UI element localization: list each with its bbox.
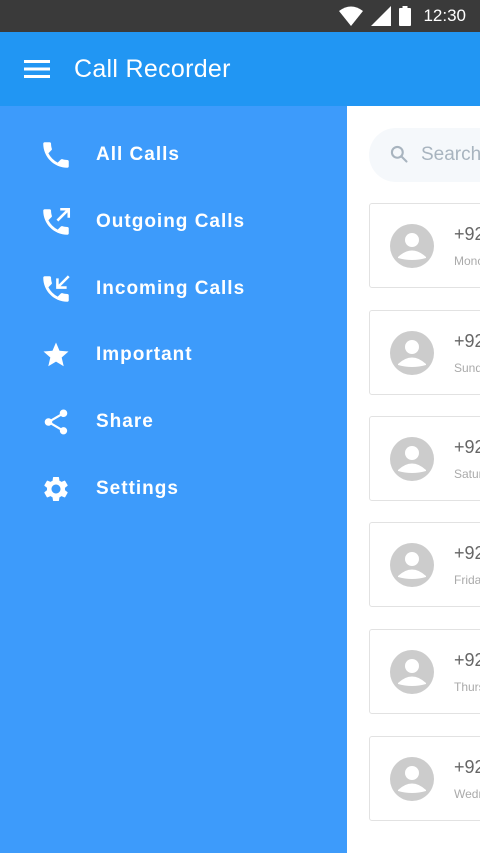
call-item[interactable]: +92 Sund xyxy=(369,310,480,395)
share-icon xyxy=(38,404,74,440)
call-item[interactable]: +92 Monc xyxy=(369,203,480,288)
star-icon xyxy=(38,337,74,373)
status-time: 12:30 xyxy=(423,6,466,25)
app-bar: Call Recorder xyxy=(0,32,480,106)
call-number: +92 xyxy=(454,437,480,457)
call-item[interactable]: +92 Satur xyxy=(369,416,480,501)
call-list-panel: +92 Monc +92 Sund +92 Satur +92 Frida xyxy=(347,106,480,853)
avatar-icon xyxy=(390,224,434,268)
call-day: Satur xyxy=(454,467,480,481)
drawer-item-label: Settings xyxy=(96,478,179,499)
call-number: +92 xyxy=(454,757,480,777)
call-item[interactable]: +92 Wedr xyxy=(369,736,480,821)
call-day: Sund xyxy=(454,361,480,375)
drawer-item-label: Outgoing Calls xyxy=(96,211,246,232)
app-title: Call Recorder xyxy=(74,54,231,83)
drawer-item-label: Incoming Calls xyxy=(96,278,246,299)
search-icon xyxy=(390,145,408,163)
avatar-icon xyxy=(390,331,434,375)
avatar-icon xyxy=(390,437,434,481)
search-bar[interactable] xyxy=(369,128,480,182)
call-number: +92 xyxy=(454,331,480,351)
status-icons: 12:30 xyxy=(339,4,466,28)
search-input[interactable] xyxy=(421,128,480,182)
avatar-icon xyxy=(390,543,434,587)
hamburger-menu-icon xyxy=(24,60,50,78)
status-bar: 12:30 xyxy=(0,0,480,32)
drawer-item-share[interactable]: Share xyxy=(0,389,347,455)
incoming-call-icon xyxy=(38,271,74,307)
navigation-drawer: All Calls Outgoing Calls Incoming Calls … xyxy=(0,106,347,853)
call-day: Thurs xyxy=(454,680,480,694)
call-day: Monc xyxy=(454,254,480,268)
call-item[interactable]: +92 Thurs xyxy=(369,629,480,714)
drawer-item-all-calls[interactable]: All Calls xyxy=(0,122,347,188)
gear-icon xyxy=(38,471,74,507)
outgoing-call-icon xyxy=(38,204,74,240)
call-item[interactable]: +92 Frida xyxy=(369,522,480,607)
drawer-item-outgoing-calls[interactable]: Outgoing Calls xyxy=(0,189,347,255)
drawer-item-label: All Calls xyxy=(96,144,180,165)
drawer-item-label: Important xyxy=(96,344,193,365)
wifi-icon xyxy=(339,6,364,26)
avatar-icon xyxy=(390,757,434,801)
drawer-item-incoming-calls[interactable]: Incoming Calls xyxy=(0,256,347,322)
avatar-icon xyxy=(390,650,434,694)
menu-button[interactable] xyxy=(0,32,74,106)
call-day: Frida xyxy=(454,573,480,587)
drawer-item-label: Share xyxy=(96,411,154,432)
drawer-item-important[interactable]: Important xyxy=(0,322,347,388)
drawer-item-settings[interactable]: Settings xyxy=(0,456,347,522)
cell-signal-icon xyxy=(371,6,392,26)
phone-icon xyxy=(38,137,74,173)
battery-icon xyxy=(399,6,412,26)
call-number: +92 xyxy=(454,543,480,563)
call-number: +92 xyxy=(454,224,480,244)
call-number: +92 xyxy=(454,650,480,670)
call-day: Wedr xyxy=(454,787,480,801)
